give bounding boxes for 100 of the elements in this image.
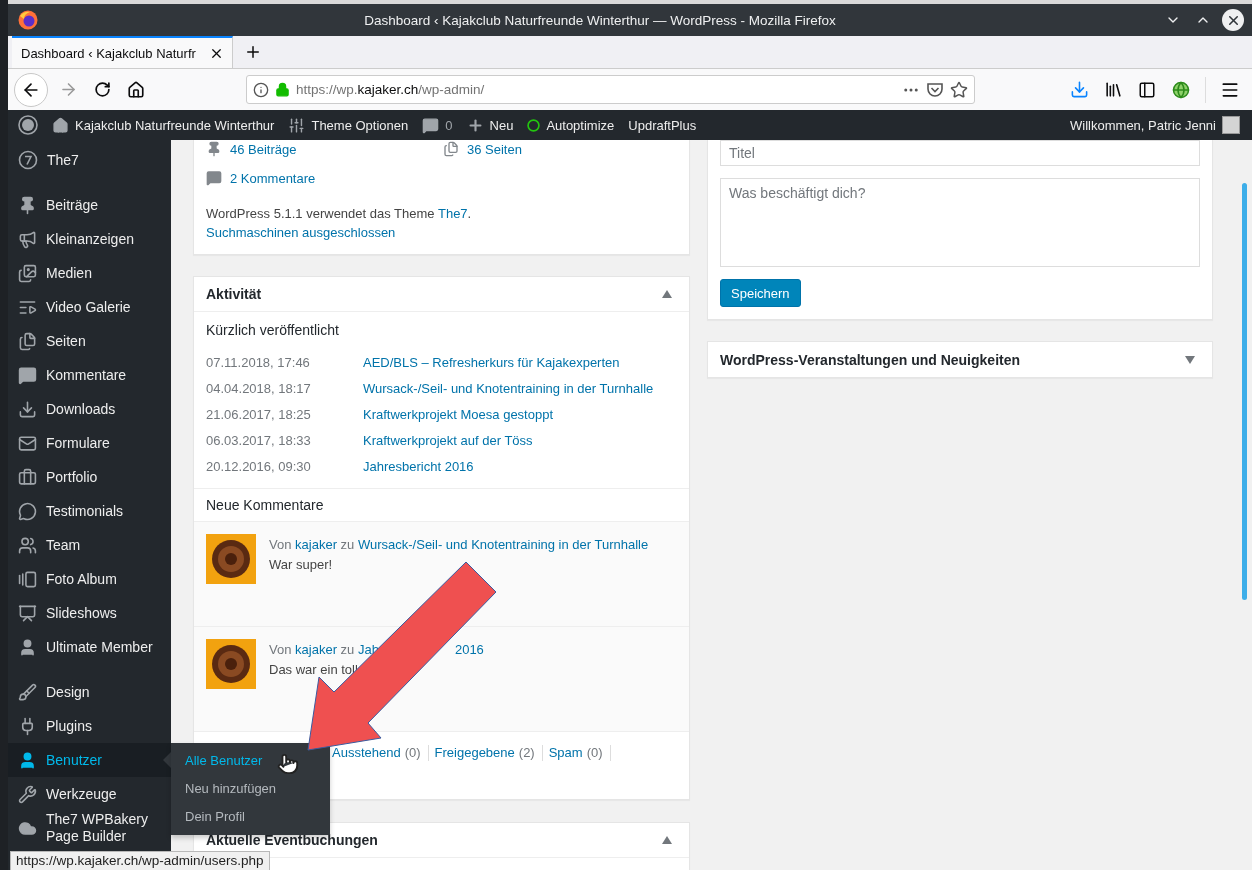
comment-count-link[interactable]: 0 (422, 116, 453, 134)
comment-icon (422, 116, 440, 134)
bookmark-star-icon[interactable] (950, 80, 968, 99)
comment-icon (206, 170, 222, 186)
sidebar-item[interactable]: Team (8, 528, 171, 562)
window-title: Dashboard ‹ Kajakclub Naturfreunde Winterthur — WordPress - Mozilla Firefox (363, 12, 837, 28)
submenu-item[interactable]: Dein Profil (171, 802, 330, 830)
post-link[interactable]: Wursack-/Seil- und Knotentraining in der Turnhalle (363, 380, 654, 396)
sidebar-item[interactable]: Medien (8, 256, 171, 290)
toolbar-link[interactable]: UpdraftPlus (628, 117, 697, 133)
post-date: 07.11.2018, 17:46 (206, 354, 311, 370)
sidebar-item[interactable]: Slideshows (8, 596, 171, 630)
post-link[interactable]: Kraftwerkprojekt auf der Töss (363, 432, 533, 448)
post-link[interactable]: Jahresbericht 2016 (363, 458, 474, 474)
submenu-item[interactable]: Alle Benutzer (171, 746, 330, 774)
info-icon[interactable] (253, 81, 269, 98)
sidebar-item[interactable]: Testimonials (8, 494, 171, 528)
count-link[interactable]: 2 Kommentare (206, 169, 443, 187)
home-icon (127, 80, 145, 99)
circle-logo-icon (18, 150, 38, 170)
sidebar-item[interactable]: The7 WPBakery Page Builder (8, 811, 171, 845)
save-button[interactable]: Speichern (720, 279, 801, 307)
author-link[interactable]: kajaker (295, 642, 337, 657)
expand-toggle-icon[interactable] (1185, 355, 1195, 364)
close-button[interactable] (1222, 9, 1244, 31)
browser-tab[interactable]: Dashboard ‹ Kajakclub Naturfr (12, 36, 233, 68)
pocket-icon[interactable] (926, 80, 944, 99)
wrench-icon (18, 784, 37, 804)
sidebar-item[interactable]: Kommentare (8, 358, 171, 392)
envelope-icon (18, 433, 37, 453)
people-icon (18, 535, 37, 555)
sidebar-item[interactable]: Formulare (8, 426, 171, 460)
search-engines-link[interactable]: Suchmaschinen ausgeschlossen (206, 223, 396, 242)
post-link[interactable]: AED/BLS – Refresherkurs für Kajakexperten (363, 354, 620, 370)
pages-icon (443, 141, 459, 157)
filter-link[interactable]: Ausstehend (332, 745, 401, 761)
filter-link[interactable]: Freigegebene (434, 745, 515, 761)
theme-link[interactable]: The7 (437, 206, 468, 221)
library-icon (1103, 80, 1123, 99)
pin-icon (18, 195, 37, 215)
back-button[interactable] (14, 72, 48, 107)
gallery-icon (18, 569, 37, 589)
card-title: WordPress-Veranstaltungen und Neuigkeiten (720, 351, 1021, 368)
sidebar-item[interactable]: Portfolio (8, 460, 171, 494)
toolbar-link[interactable]: Theme Optionen (288, 116, 409, 134)
sidebar-item[interactable]: Video Galerie (8, 290, 171, 324)
filter-count: (2) (518, 745, 535, 761)
section-title: Neue Kommentare (194, 488, 689, 522)
sidebar-item[interactable]: Beiträge (8, 188, 171, 222)
scrollbar-thumb[interactable] (1242, 183, 1247, 600)
sidebar-item[interactable]: Benutzer (8, 743, 171, 777)
sidebar-item[interactable]: Plugins (8, 709, 171, 743)
filter-count: (0) (586, 745, 603, 761)
avatar-picture (206, 639, 256, 689)
speech-bubble-icon (18, 501, 37, 521)
toolbar-link[interactable]: Neu (466, 116, 514, 134)
post-date: 04.04.2018, 18:17 (206, 380, 312, 396)
sidebar-item[interactable]: The7 (8, 143, 171, 177)
sliders-icon (288, 116, 306, 134)
sidebar-item[interactable]: Kleinanzeigen (8, 222, 171, 256)
site-name-link[interactable]: Kajakclub Naturfreunde Winterthur (52, 116, 275, 134)
post-date: 20.12.2016, 09:30 (206, 458, 312, 474)
briefcase-icon (18, 467, 37, 487)
count-link[interactable]: 46 Beiträge (206, 140, 443, 158)
user-icon (18, 637, 37, 657)
post-link[interactable]: Kraftwerkprojekt Moesa gestoppt (363, 406, 554, 422)
megaphone-icon (18, 229, 37, 249)
collapse-toggle-icon[interactable] (662, 290, 672, 298)
sidebar-item[interactable]: Seiten (8, 324, 171, 358)
title-field[interactable]: Titel (720, 140, 1200, 166)
section-title: Kürzlich veröffentlicht (205, 321, 340, 338)
toolbar-link[interactable]: Autoptimize (527, 117, 615, 133)
sidebar-item[interactable]: Ultimate Member (8, 630, 171, 664)
collapse-toggle-icon[interactable] (662, 836, 672, 844)
content-field[interactable]: Was beschäftigt dich? (720, 178, 1200, 267)
post-link[interactable]: Wursack-/Seil- und Knotentraining in der Turnhalle (357, 537, 649, 552)
site-logo-icon[interactable] (18, 115, 38, 135)
browser-logo-icon (18, 10, 38, 30)
filter-link[interactable]: Spam (548, 745, 583, 761)
sidebar-item[interactable]: Design (8, 675, 171, 709)
submenu-item[interactable]: Neu hinzufügen (171, 774, 330, 802)
lock-icon (275, 82, 290, 97)
post-date: 21.06.2017, 18:25 (206, 406, 312, 422)
greeting-link[interactable]: Willkommen, Patric Jenni (1070, 116, 1240, 134)
sidebar-item[interactable]: Werkzeuge (8, 777, 171, 811)
sidebar-item[interactable]: Downloads (8, 392, 171, 426)
comment-icon (18, 365, 37, 385)
author-link[interactable]: kajaker (295, 537, 337, 552)
globe-icon (1172, 80, 1190, 99)
sidebar-item[interactable]: Foto Album (8, 562, 171, 596)
avatar-picture (1222, 116, 1240, 134)
status-url: https://wp.kajaker.ch/wp-admin/users.php (10, 851, 270, 870)
pages-icon (18, 331, 37, 351)
count-link[interactable]: 36 Seiten (443, 140, 677, 158)
card-title: Aktuelle Eventbuchungen (206, 832, 378, 848)
home-icon (52, 116, 69, 134)
post-link[interactable]: 2016 (454, 642, 484, 657)
status-ring-icon (527, 118, 541, 132)
brush-icon (18, 682, 37, 702)
address-field[interactable]: https://wp.kajaker.ch/wp-admin/ (246, 75, 975, 104)
